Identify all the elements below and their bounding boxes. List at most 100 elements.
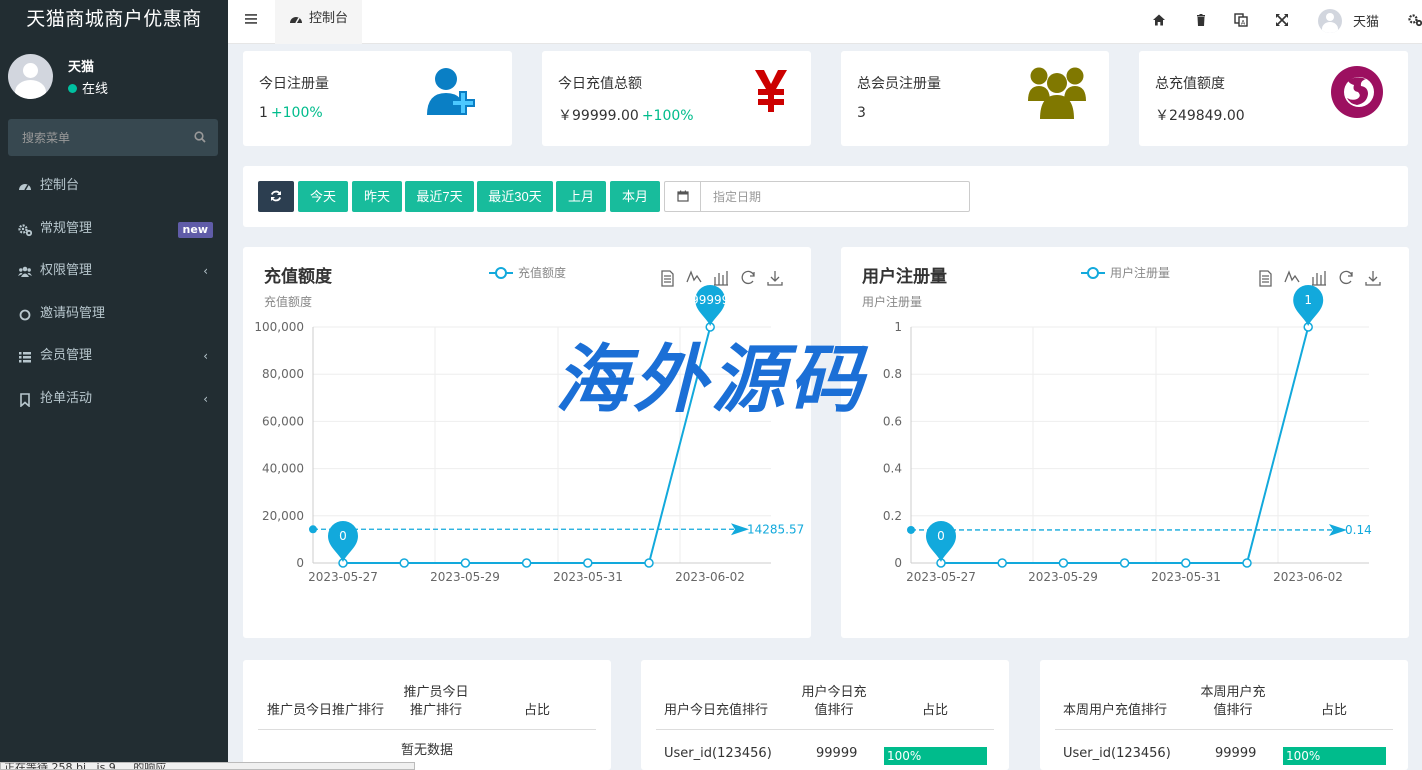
- sidebar-item-permissions[interactable]: 权限管理 ‹: [0, 250, 228, 292]
- yen-icon: [755, 70, 787, 112]
- stat-value: ￥99999.00 +100%: [558, 105, 694, 125]
- line-chart-icon[interactable]: [1284, 270, 1300, 283]
- data-point: [1181, 558, 1191, 568]
- restore-icon[interactable]: [1339, 270, 1353, 285]
- min-value-pin: 0: [328, 521, 358, 562]
- user-id-cell: User_id(123456): [664, 746, 772, 761]
- y-tick-label: 40,000: [262, 462, 304, 476]
- cogs-icon[interactable]: [1408, 13, 1422, 27]
- chart-legend[interactable]: 充值额度: [489, 265, 566, 280]
- menu-search-input[interactable]: [8, 119, 188, 156]
- user-panel: 天猫 在线: [8, 50, 220, 102]
- x-tick-label: 2023-05-31: [553, 570, 623, 584]
- list-icon: [19, 352, 31, 363]
- sidebar-item-dashboard[interactable]: 控制台: [0, 165, 228, 207]
- sidebar-item-members[interactable]: 会员管理 ‹: [0, 335, 228, 377]
- refresh-icon: [270, 190, 282, 202]
- avatar[interactable]: [1318, 9, 1342, 33]
- trash-icon[interactable]: [1194, 13, 1208, 27]
- header-divider: [258, 729, 596, 730]
- restore-icon[interactable]: [741, 270, 755, 285]
- menu-toggle-icon[interactable]: [244, 12, 258, 26]
- stat-label: 总会员注册量: [857, 76, 941, 92]
- bar-chart-icon[interactable]: [714, 271, 728, 286]
- stat-percent: +100%: [641, 108, 694, 124]
- date-input[interactable]: [701, 182, 969, 211]
- stat-card-total-recharge: 总充值额度 ￥249849.00: [1139, 51, 1408, 146]
- x-tick-label: 2023-05-29: [1028, 570, 1098, 584]
- sidebar-item-label: 邀请码管理: [40, 306, 106, 321]
- amount-cell: 99999: [1215, 746, 1257, 761]
- data-point: [997, 558, 1007, 568]
- fullscreen-icon[interactable]: [1275, 13, 1289, 27]
- stat-number: ￥249849.00: [1155, 108, 1245, 124]
- filter-last-month-button[interactable]: 上月: [556, 181, 606, 212]
- min-value-pin: 0: [926, 521, 956, 562]
- average-label: 0.14: [1345, 523, 1372, 537]
- data-point: [399, 558, 409, 568]
- y-tick-label: 0.6: [883, 414, 902, 428]
- stat-label: 今日充值总额: [558, 76, 642, 92]
- y-tick-label: 0.4: [883, 462, 902, 476]
- column-header: 占比: [1320, 703, 1347, 718]
- home-icon[interactable]: [1152, 13, 1166, 27]
- x-tick-label: 2023-05-29: [430, 570, 500, 584]
- brand-title[interactable]: 天猫商城商户优惠商: [0, 0, 228, 38]
- stat-card-total-members: 总会员注册量 3: [841, 51, 1109, 146]
- chevron-left-icon: ‹: [203, 264, 208, 278]
- users-icon: [1028, 67, 1086, 119]
- sidebar-item-label: 权限管理: [40, 263, 93, 278]
- bar-chart-icon[interactable]: [1312, 271, 1326, 286]
- filter-today-button[interactable]: 今天: [298, 181, 348, 212]
- sidebar-item-grab-orders[interactable]: 抢单活动 ‹: [0, 378, 228, 420]
- chart-subtitle: 用户注册量: [862, 294, 922, 309]
- tab-dashboard[interactable]: 控制台: [275, 0, 362, 44]
- stat-card-today-recharge: 今日充值总额 ￥99999.00 +100%: [542, 51, 811, 146]
- line-chart-icon[interactable]: [686, 270, 702, 283]
- percent-bar: 100%: [1283, 747, 1386, 765]
- refresh-button[interactable]: [258, 181, 294, 212]
- y-tick-label: 60,000: [262, 414, 304, 428]
- chart-legend[interactable]: 用户注册量: [1081, 265, 1170, 280]
- header-divider: [1055, 729, 1393, 730]
- filter-7days-button[interactable]: 最近7天: [405, 181, 474, 212]
- sidebar-item-invite-codes[interactable]: 邀请码管理: [0, 293, 228, 335]
- filter-30days-button[interactable]: 最近30天: [477, 181, 553, 212]
- download-icon[interactable]: [1365, 271, 1381, 286]
- chart-title: 用户注册量: [862, 266, 947, 287]
- filter-yesterday-button[interactable]: 昨天: [352, 181, 402, 212]
- amount-cell: 99999: [816, 746, 858, 761]
- empty-message: 暂无数据: [401, 743, 454, 758]
- column-header: 本周用户充值排行: [1200, 685, 1266, 718]
- series-line: [343, 326, 712, 564]
- user-status-label: 在线: [82, 82, 109, 97]
- search-icon[interactable]: [194, 131, 206, 143]
- top-navbar: 控制台 A 天猫: [228, 0, 1422, 44]
- online-dot-icon: [68, 84, 77, 93]
- max-value-pin-label: 99999: [691, 293, 729, 307]
- download-icon[interactable]: [767, 271, 783, 286]
- data-point: [644, 558, 654, 568]
- top-username[interactable]: 天猫: [1353, 11, 1379, 30]
- register-chart-panel: 用户注册量 用户注册量 用户注册量 0 0.2 0.4 0.6 0.8 1 2023-05-…: [841, 247, 1409, 638]
- cogs-icon: [18, 224, 32, 237]
- calendar-addon: [665, 182, 701, 211]
- stat-number: 3: [857, 105, 866, 121]
- data-view-icon[interactable]: [1259, 270, 1272, 287]
- translate-icon[interactable]: A: [1234, 13, 1248, 27]
- chevron-left-icon: ‹: [203, 392, 208, 406]
- x-tick-label: 2023-06-02: [1273, 570, 1343, 584]
- x-tick-label: 2023-05-27: [906, 570, 976, 584]
- promoter-rank-panel: 推广员今日推广排行 推广员今日推广排行 占比 暂无数据: [243, 660, 611, 770]
- percent-bar: 100%: [884, 747, 987, 765]
- sidebar-item-general[interactable]: 常规管理 new: [0, 208, 228, 250]
- x-tick-label: 2023-06-02: [675, 570, 745, 584]
- mark-line-start: [907, 525, 915, 534]
- filter-this-month-button[interactable]: 本月: [610, 181, 660, 212]
- legend-label: 用户注册量: [1110, 265, 1170, 280]
- circle-icon: [19, 309, 31, 321]
- column-header: 推广员今日推广排行: [403, 685, 469, 718]
- min-value-pin-label: 0: [339, 529, 347, 543]
- data-view-icon[interactable]: [661, 270, 674, 287]
- user-id-cell: User_id(123456): [1063, 746, 1171, 761]
